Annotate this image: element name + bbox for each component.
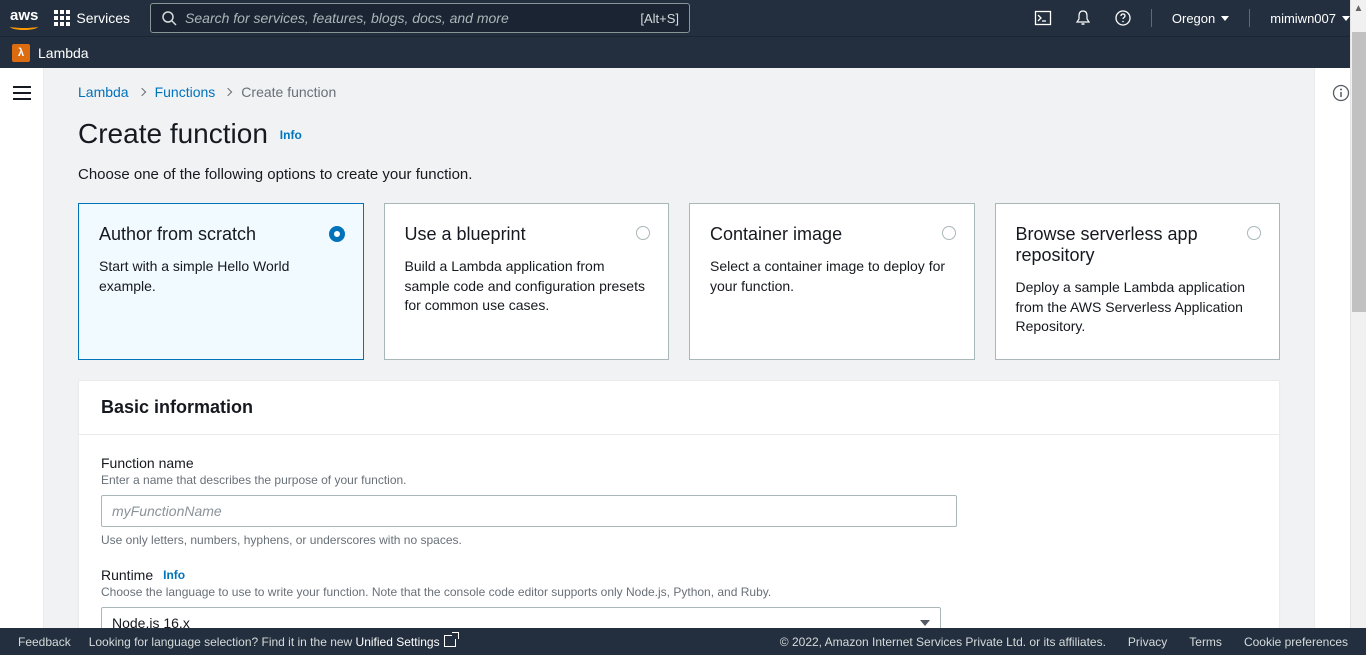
username-label: mimiwn007 [1270, 11, 1336, 26]
account-menu[interactable]: mimiwn007 [1264, 11, 1356, 26]
option-container-image[interactable]: Container image Select a container image… [689, 203, 975, 360]
breadcrumb: Lambda Functions Create function [78, 84, 1280, 100]
breadcrumb-functions[interactable]: Functions [155, 84, 216, 100]
option-title: Use a blueprint [405, 224, 649, 245]
page-title: Create function [78, 118, 268, 150]
copyright-text: © 2022, Amazon Internet Services Private… [780, 635, 1106, 649]
chevron-right-icon [137, 88, 145, 96]
search-shortcut: [Alt+S] [640, 11, 679, 26]
panel-heading: Basic information [101, 397, 1257, 418]
breadcrumb-lambda[interactable]: Lambda [78, 84, 129, 100]
runtime-info-link[interactable]: Info [163, 568, 185, 582]
field-runtime: Runtime Info Choose the language to use … [101, 567, 1257, 628]
bell-icon [1074, 9, 1092, 27]
option-title: Browse serverless app repository [1016, 224, 1260, 266]
notifications-button[interactable] [1069, 4, 1097, 32]
runtime-select[interactable]: Node.js 16.x [101, 607, 941, 628]
cloudshell-icon [1034, 9, 1052, 27]
global-search[interactable]: Search for services, features, blogs, do… [150, 3, 690, 33]
radio-unselected-icon [636, 226, 650, 240]
caret-down-icon [1221, 16, 1229, 21]
lambda-service-icon[interactable]: λ [12, 44, 30, 62]
main-content: Lambda Functions Create function Create … [44, 68, 1314, 628]
runtime-desc: Choose the language to use to write your… [101, 585, 1257, 599]
page-subtitle: Choose one of the following options to c… [78, 166, 1280, 183]
feedback-link[interactable]: Feedback [18, 635, 71, 649]
creation-options: Author from scratch Start with a simple … [78, 203, 1280, 360]
search-placeholder: Search for services, features, blogs, do… [185, 10, 640, 26]
option-desc: Start with a simple Hello World example. [99, 257, 343, 296]
scrollbar-thumb[interactable] [1352, 32, 1366, 312]
option-title: Author from scratch [99, 224, 343, 245]
function-name-input[interactable] [101, 495, 957, 527]
services-label: Services [76, 10, 130, 26]
caret-down-icon [920, 620, 930, 626]
console-footer: Feedback Looking for language selection?… [0, 628, 1366, 655]
hamburger-icon [13, 86, 31, 628]
page-scrollbar[interactable]: ▲ [1350, 0, 1366, 628]
scroll-up-arrow-icon[interactable]: ▲ [1351, 0, 1366, 16]
breadcrumb-current: Create function [241, 84, 336, 100]
aws-logo[interactable]: aws [10, 7, 38, 30]
info-link[interactable]: Info [280, 128, 302, 142]
global-nav: aws Services Search for services, featur… [0, 0, 1366, 36]
basic-information-panel: Basic information Function name Enter a … [78, 380, 1280, 628]
language-hint: Looking for language selection? Find it … [89, 635, 456, 649]
services-menu[interactable]: Services [54, 10, 130, 26]
unified-settings-link[interactable]: Unified Settings [356, 635, 456, 649]
terms-link[interactable]: Terms [1189, 635, 1222, 649]
radio-unselected-icon [942, 226, 956, 240]
field-function-name: Function name Enter a name that describe… [101, 455, 1257, 547]
runtime-label: Runtime [101, 567, 153, 583]
function-name-constraint: Use only letters, numbers, hyphens, or u… [101, 533, 1257, 547]
caret-down-icon [1342, 16, 1350, 21]
sidebar-toggle[interactable] [0, 68, 44, 628]
chevron-right-icon [224, 88, 232, 96]
help-icon [1114, 9, 1132, 27]
region-label: Oregon [1172, 11, 1215, 26]
region-selector[interactable]: Oregon [1166, 11, 1235, 26]
external-link-icon [444, 635, 456, 647]
service-bar: λ Lambda [0, 36, 1366, 68]
option-desc: Build a Lambda application from sample c… [405, 257, 649, 316]
grid-icon [54, 10, 70, 26]
cloudshell-button[interactable] [1029, 4, 1057, 32]
privacy-link[interactable]: Privacy [1128, 635, 1167, 649]
function-name-desc: Enter a name that describes the purpose … [101, 473, 1257, 487]
cookie-preferences-link[interactable]: Cookie preferences [1244, 635, 1348, 649]
function-name-label: Function name [101, 455, 1257, 471]
service-name[interactable]: Lambda [38, 45, 89, 61]
option-desc: Select a container image to deploy for y… [710, 257, 954, 296]
option-serverless-repo[interactable]: Browse serverless app repository Deploy … [995, 203, 1281, 360]
help-button[interactable] [1109, 4, 1137, 32]
option-use-blueprint[interactable]: Use a blueprint Build a Lambda applicati… [384, 203, 670, 360]
radio-selected-icon [329, 226, 345, 242]
option-title: Container image [710, 224, 954, 245]
search-icon [161, 10, 177, 26]
runtime-value: Node.js 16.x [112, 615, 190, 628]
option-desc: Deploy a sample Lambda application from … [1016, 278, 1260, 337]
radio-unselected-icon [1247, 226, 1261, 240]
option-author-from-scratch[interactable]: Author from scratch Start with a simple … [78, 203, 364, 360]
info-circle-icon [1332, 84, 1350, 102]
